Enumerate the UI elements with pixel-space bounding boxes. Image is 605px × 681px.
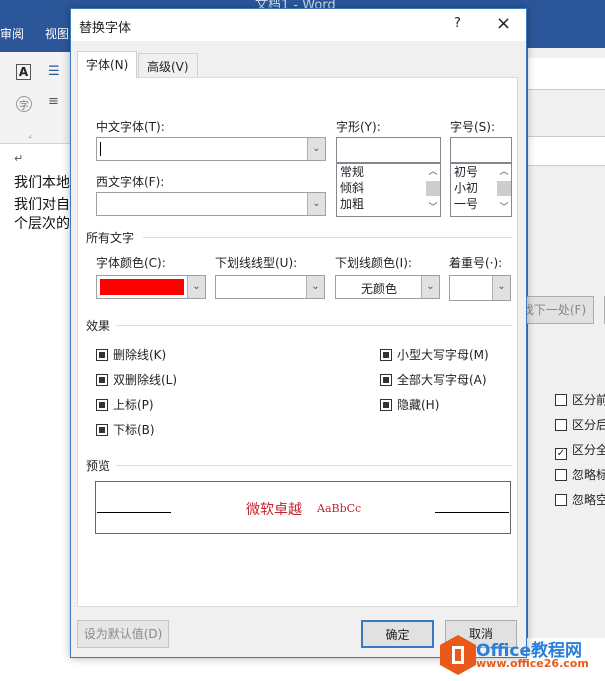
divider — [116, 465, 512, 466]
ribbon: A ☰ 字 ≡ ⌟ — [0, 52, 72, 144]
font-color-label: 字体颜色(C): — [96, 256, 166, 270]
emphasis-label: 着重号(·): — [449, 256, 503, 270]
preview-chinese-text: 微软卓越 — [246, 502, 302, 518]
text-cursor — [100, 142, 101, 156]
underline-color-label: 下划线颜色(I): — [335, 256, 412, 270]
scrollbar[interactable]: ︿ ﹀ — [497, 164, 511, 216]
preview-latin-text: AaBbCc — [317, 502, 362, 515]
option-checkbox[interactable]: ✓ 区分全 — [555, 441, 605, 460]
western-font-label: 西文字体(F): — [96, 175, 165, 189]
option-checkbox[interactable]: 忽略空 — [555, 491, 605, 508]
all-caps-checkbox[interactable]: 全部大写字母(A) — [380, 371, 487, 388]
font-size-input[interactable] — [450, 137, 512, 163]
list-item[interactable]: 常规 — [340, 164, 440, 180]
font-style-label: 字形(Y): — [336, 120, 381, 134]
divider — [116, 325, 512, 326]
small-caps-checkbox[interactable]: 小型大写字母(M) — [380, 346, 489, 363]
option-checkbox[interactable]: 忽略标 — [555, 466, 605, 483]
chevron-down-icon[interactable]: ⌄ — [307, 138, 325, 160]
chevron-down-icon[interactable]: ⌄ — [421, 276, 439, 298]
section-effects: 效果 — [86, 319, 111, 333]
doc-line: 我们对自 — [14, 197, 70, 213]
paragraph-mark: ↵ — [14, 152, 24, 165]
ok-button[interactable]: 确定 — [361, 620, 434, 648]
list-item[interactable]: 倾斜 — [340, 180, 440, 196]
hidden-checkbox[interactable]: 隐藏(H) — [380, 396, 439, 413]
underline-style-label: 下划线线型(U): — [215, 256, 298, 270]
char-border-icon[interactable]: A — [16, 64, 31, 80]
font-size-label: 字号(S): — [450, 120, 496, 134]
ribbon-tab-review[interactable]: 审阅 — [0, 25, 24, 42]
chevron-down-icon[interactable]: ⌄ — [492, 276, 510, 300]
section-all-text: 所有文字 — [86, 231, 135, 245]
set-default-button[interactable]: 设为默认值(D) — [77, 620, 169, 648]
preview-box: 微软卓越 AaBbCc — [95, 481, 511, 534]
underline-style-combo[interactable]: ⌄ — [215, 275, 325, 299]
chevron-down-icon[interactable]: ⌄ — [306, 276, 324, 298]
chinese-font-label: 中文字体(T): — [96, 120, 165, 134]
doc-line: 个层次的 — [14, 216, 70, 232]
double-strikethrough-checkbox[interactable]: 双删除线(L) — [96, 371, 177, 388]
baseline-left — [97, 512, 171, 513]
help-button[interactable]: ? — [454, 16, 461, 31]
scrollbar[interactable]: ︿ ﹀ — [426, 164, 440, 216]
dialog-title: 替换字体 — [79, 21, 132, 36]
enclose-char-icon[interactable]: 字 — [16, 96, 32, 112]
font-color-swatch — [100, 279, 184, 295]
chinese-font-combo[interactable]: ⌄ — [96, 137, 326, 161]
dialog-title-bar: 替换字体 ? × — [71, 9, 526, 41]
underline-color-combo[interactable]: 无颜色 ⌄ — [335, 275, 440, 299]
font-style-list[interactable]: 常规 倾斜 加粗 ︿ ﹀ — [336, 163, 441, 217]
option-checkbox[interactable]: 区分前 — [555, 391, 605, 408]
replace-font-dialog: 替换字体 ? × 字体(N) 高级(V) 中文字体(T): ⌄ 西文字体(F):… — [70, 8, 527, 658]
doc-line: 我们本地 — [14, 175, 70, 191]
chevron-down-icon[interactable]: ⌄ — [307, 193, 325, 215]
font-size-list[interactable]: 初号 小初 一号 ︿ ﹀ — [450, 163, 512, 217]
ribbon-tab-view[interactable]: 视图 — [45, 25, 69, 42]
align-left-icon[interactable]: ≡ — [48, 94, 59, 109]
chevron-down-icon[interactable]: ⌄ — [187, 276, 205, 298]
superscript-checkbox[interactable]: 上标(P) — [96, 396, 154, 413]
emphasis-combo[interactable]: ⌄ — [449, 275, 511, 301]
section-preview: 预览 — [86, 459, 111, 473]
list-item[interactable]: 加粗 — [340, 196, 440, 212]
close-button[interactable]: × — [496, 13, 511, 34]
strikethrough-checkbox[interactable]: 删除线(K) — [96, 346, 166, 363]
divider — [143, 237, 512, 238]
tab-advanced[interactable]: 高级(V) — [138, 53, 198, 77]
option-checkbox[interactable]: 区分后 — [555, 416, 605, 433]
baseline-right — [435, 512, 509, 513]
watermark-url: www.office26.com — [476, 657, 589, 670]
tab-font[interactable]: 字体(N) — [77, 51, 138, 78]
font-color-picker[interactable]: ⌄ — [96, 275, 206, 299]
dialog-launcher-icon[interactable]: ⌟ — [28, 130, 32, 139]
font-style-input[interactable] — [336, 137, 441, 163]
western-font-combo[interactable]: ⌄ — [96, 192, 326, 216]
bullets-icon[interactable]: ☰ — [48, 64, 60, 79]
find-replace-dialog: 找下一处(F) — [514, 48, 605, 638]
subscript-checkbox[interactable]: 下标(B) — [96, 421, 155, 438]
